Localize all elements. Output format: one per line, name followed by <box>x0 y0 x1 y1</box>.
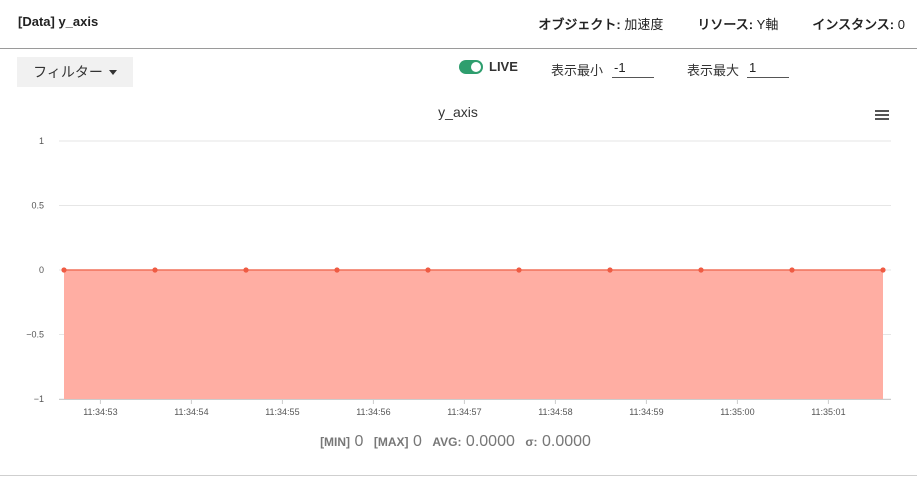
data-point <box>425 267 431 273</box>
object-value: 加速度 <box>624 17 664 32</box>
footer-divider <box>0 475 917 476</box>
data-point <box>607 267 613 273</box>
live-toggle[interactable] <box>459 60 483 74</box>
filter-dropdown-button[interactable]: フィルター <box>17 57 133 87</box>
live-label: LIVE <box>489 59 518 74</box>
toggle-knob <box>471 62 481 72</box>
stat-sigma-label: σ: <box>525 435 538 449</box>
page-title: [Data] y_axis <box>18 14 99 29</box>
x-tick-label: 11:34:54 <box>174 407 208 417</box>
x-tick-label: 11:34:59 <box>629 407 663 417</box>
x-tick-label: 11:34:55 <box>265 407 299 417</box>
y-tick-label: 0 <box>39 265 44 275</box>
stat-min-label: [MIN] <box>320 435 351 449</box>
stat-max-label: [MAX] <box>373 435 409 449</box>
stat-sigma-value: 0.0000 <box>541 433 591 450</box>
display-min-label: 表示最小 <box>551 63 604 78</box>
x-tick-label: 11:34:56 <box>356 407 390 417</box>
data-point <box>698 267 704 273</box>
stats-bar: [MIN] 0 [MAX] 0 AVG: 0.0000 σ: 0.0000 <box>0 433 917 451</box>
resource-label: リソース: <box>697 17 754 32</box>
display-max-label: 表示最大 <box>687 63 740 78</box>
instance-info: インスタンス: 0 <box>812 14 905 33</box>
page-header: [Data] y_axis オブジェクト: 加速度 リソース: Y軸 インスタン… <box>0 0 917 49</box>
x-tick-label: 11:35:01 <box>811 407 845 417</box>
x-tick-label: 11:34:53 <box>83 407 117 417</box>
x-tick-label: 11:34:57 <box>447 407 481 417</box>
stat-min-value: 0 <box>354 433 364 450</box>
caret-down-icon <box>108 70 117 75</box>
display-max-input[interactable] <box>747 57 789 78</box>
data-point <box>243 267 249 273</box>
object-info: オブジェクト: 加速度 <box>538 14 663 33</box>
data-point <box>61 267 67 273</box>
y-tick-label: 0.5 <box>31 201 44 211</box>
x-tick-label: 11:34:58 <box>538 407 572 417</box>
instance-label: インスタンス: <box>812 17 895 32</box>
data-point <box>152 267 158 273</box>
y-tick-label: −0.5 <box>26 330 44 340</box>
stat-max-value: 0 <box>413 433 422 450</box>
data-point <box>516 267 522 273</box>
stat-avg-label: AVG: <box>432 435 462 449</box>
y-tick-label: −1 <box>34 394 44 404</box>
object-label: オブジェクト: <box>538 17 621 32</box>
filter-button-label: フィルター <box>33 64 103 80</box>
y-tick-label: 1 <box>39 136 44 146</box>
area-chart: y_axis 1 0.5 0 −0.5 −1 11:34:53 11:34:54 11:34:5… <box>26 104 891 417</box>
stat-avg-value: 0.0000 <box>465 433 515 450</box>
instance-value: 0 <box>897 17 905 32</box>
resource-value: Y軸 <box>756 17 779 32</box>
series-area <box>64 270 883 399</box>
data-point <box>880 267 886 273</box>
display-min-input[interactable] <box>612 57 654 78</box>
data-point <box>789 267 795 273</box>
data-point <box>334 267 340 273</box>
resource-info: リソース: Y軸 <box>697 14 778 33</box>
chart-title: y_axis <box>438 104 478 120</box>
x-tick-label: 11:35:00 <box>720 407 754 417</box>
header-meta: オブジェクト: 加速度 リソース: Y軸 インスタンス: 0 <box>538 14 905 33</box>
